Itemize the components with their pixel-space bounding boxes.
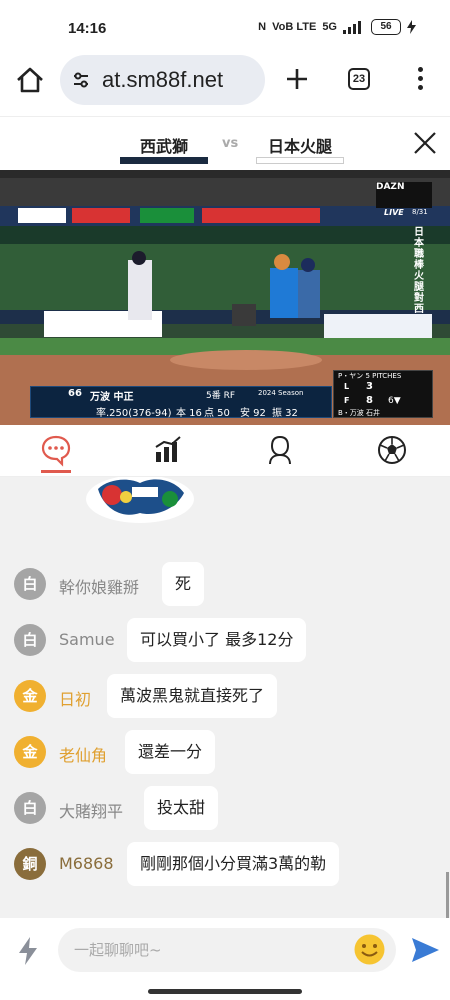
vs-label: vs bbox=[222, 136, 239, 151]
user-level-badge: 白 bbox=[14, 624, 46, 656]
tab-navigation bbox=[0, 425, 450, 477]
network-label: VoB LTE bbox=[272, 21, 317, 33]
team-l-label: L bbox=[344, 382, 350, 391]
signal-icon bbox=[343, 21, 361, 34]
nfc-icon: N bbox=[258, 21, 267, 33]
live-video-player[interactable]: DAZN LIVE 8/31 日本職棒 火腿對西 66 万波 中正 5番 RF … bbox=[0, 170, 450, 425]
away-team-tab[interactable]: 日本火腿 bbox=[256, 133, 344, 157]
system-home-indicator[interactable] bbox=[148, 989, 302, 994]
scrollbar-thumb[interactable] bbox=[446, 872, 449, 918]
user-level-badge: 金 bbox=[14, 736, 46, 768]
message-bubble: 還差一分 bbox=[125, 730, 216, 774]
home-icon[interactable] bbox=[14, 64, 46, 96]
pitcher-line: P・ヤン 5 PITCHES bbox=[338, 372, 402, 380]
active-tab-indicator bbox=[41, 470, 71, 473]
team-f-score: 8 bbox=[366, 395, 373, 406]
chat-feed[interactable]: 白 幹你娘雞掰 死 白 Samue 可以買小了 最多12分 金 日初 萬波黑鬼就… bbox=[0, 477, 450, 918]
url-text: at.sm88f.net bbox=[102, 67, 224, 92]
chat-bubble-icon[interactable] bbox=[40, 433, 72, 467]
match-header: 西武獅 vs 日本火腿 bbox=[0, 116, 450, 170]
message-bubble: 投太甜 bbox=[144, 786, 219, 830]
message-username[interactable]: 老仙角 bbox=[59, 742, 107, 766]
cartoon-sticker bbox=[86, 477, 194, 523]
bar-chart-icon[interactable] bbox=[152, 433, 184, 467]
home-team-tab[interactable]: 西武獅 bbox=[120, 133, 208, 157]
status-time: 14:16 bbox=[68, 20, 107, 37]
team-f-label: F bbox=[344, 396, 350, 405]
message-bubble: 可以買小了 最多12分 bbox=[127, 618, 307, 662]
emoji-icon[interactable] bbox=[353, 933, 386, 966]
broadcast-date: 8/31 bbox=[412, 208, 428, 216]
message-username[interactable]: 日初 bbox=[59, 686, 91, 710]
url-bar[interactable]: at.sm88f.net bbox=[60, 55, 265, 105]
batter-average: 率.250(376-94) bbox=[96, 408, 172, 419]
person-icon[interactable] bbox=[264, 433, 296, 467]
broadcaster-logo: DAZN bbox=[376, 182, 432, 208]
live-badge: LIVE bbox=[384, 208, 404, 217]
batter-rbi: 点 50 bbox=[204, 408, 230, 419]
site-settings-icon[interactable] bbox=[72, 71, 90, 89]
home-team-color-bar bbox=[120, 157, 208, 164]
message-username[interactable]: Samue bbox=[59, 630, 115, 649]
status-icons: N VoB LTE 5G 56 bbox=[258, 19, 416, 35]
more-menu-icon[interactable] bbox=[410, 64, 430, 94]
new-tab-icon[interactable] bbox=[282, 64, 312, 94]
send-icon[interactable] bbox=[410, 936, 440, 964]
user-level-badge: 白 bbox=[14, 568, 46, 600]
inning-indicator: 6▼ bbox=[388, 396, 401, 406]
browser-toolbar: at.sm88f.net 23 bbox=[0, 44, 450, 116]
network-5g-label: 5G bbox=[322, 21, 337, 33]
chat-input-bar bbox=[0, 918, 450, 984]
close-icon[interactable] bbox=[412, 130, 438, 156]
batter-name: 万波 中正 bbox=[90, 392, 134, 403]
message-username[interactable]: 大賭翔平 bbox=[59, 798, 123, 822]
user-level-badge: 金 bbox=[14, 680, 46, 712]
batter-hr: 本 16 bbox=[176, 408, 202, 419]
lightning-icon[interactable] bbox=[16, 936, 40, 966]
charging-icon bbox=[407, 20, 416, 34]
user-level-badge: 白 bbox=[14, 792, 46, 824]
chat-message-input[interactable] bbox=[58, 928, 396, 972]
message-bubble: 死 bbox=[162, 562, 205, 606]
batter-line: B・万波 石井 bbox=[338, 409, 381, 417]
message-username[interactable]: 幹你娘雞掰 bbox=[59, 574, 139, 598]
status-bar: 14:16 N VoB LTE 5G 56 bbox=[0, 0, 450, 44]
soccer-ball-icon[interactable] bbox=[376, 433, 408, 467]
user-level-badge: 銅 bbox=[14, 848, 46, 880]
batter-number: 66 bbox=[68, 388, 82, 399]
batter-strikeouts: 振 32 bbox=[272, 408, 298, 419]
batter-position: 5番 RF bbox=[206, 391, 236, 401]
tab-switcher-button[interactable]: 23 bbox=[348, 68, 370, 90]
battery-indicator: 56 bbox=[371, 19, 401, 35]
season-label: 2024 Season bbox=[258, 389, 304, 397]
message-bubble: 萬波黑鬼就直接死了 bbox=[107, 674, 278, 718]
batter-hits: 安 92 bbox=[240, 408, 266, 419]
vertical-caption: 日本職棒 火腿對西 bbox=[414, 227, 424, 315]
message-username[interactable]: M6868 bbox=[59, 854, 114, 873]
team-l-score: 3 bbox=[366, 381, 373, 392]
away-team-color-bar bbox=[256, 157, 344, 164]
message-bubble: 剛剛那個小分買滿3萬的勒 bbox=[127, 842, 340, 886]
